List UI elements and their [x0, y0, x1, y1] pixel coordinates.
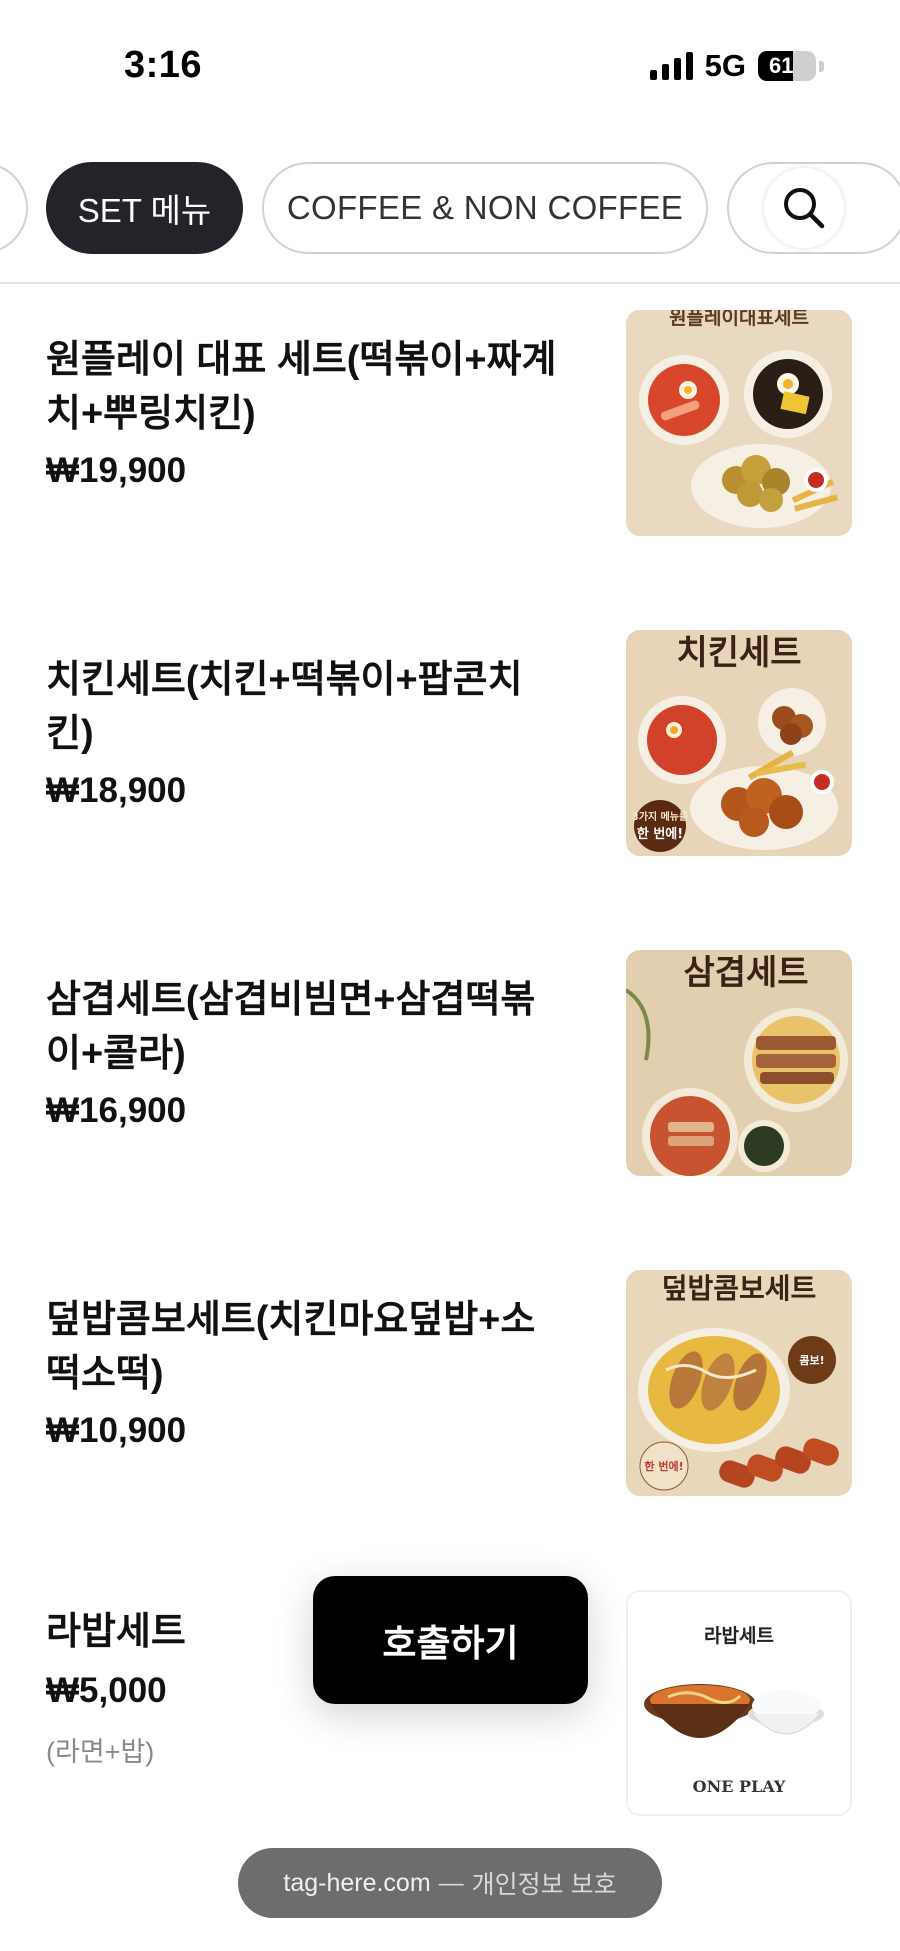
menu-item-name: 삼겹세트(삼겹비빔면+삼겹떡볶이+콜라) [46, 979, 536, 1075]
network-type: 5G [704, 48, 746, 83]
menu-item[interactable]: 덮밥콤보세트(치킨마요덮밥+소떡소떡) ₩10,900 덮밥콤보세트 콤보! 한… [0, 1244, 900, 1544]
menu-item-price: ₩5,000 [46, 1671, 167, 1710]
menu-item-price: ₩19,900 [46, 451, 187, 490]
menu-item[interactable]: 치킨세트(치킨+떡볶이+팝콘치킨) ₩18,900 치킨세트 3가지 메뉴를 한… [0, 604, 900, 904]
menu-item[interactable]: 삼겹세트(삼겹비빔면+삼겹떡볶이+콜라) ₩16,900 삼겹세트 [0, 924, 900, 1224]
menu-item-price: ₩18,900 [46, 771, 187, 810]
svg-text:한 번에!: 한 번에! [637, 826, 683, 842]
svg-text:한 번에!: 한 번에! [644, 1459, 683, 1473]
menu-item-name: 원플레이 대표 세트(떡볶이+짜계치+뿌링치킨) [46, 339, 557, 435]
footer-pill[interactable]: tag-here.com — 개인정보 보호 [238, 1848, 662, 1918]
menu-item[interactable]: 원플레이 대표 세트(떡볶이+짜계치+뿌링치킨) ₩19,900 원플레이대표세… [0, 284, 900, 584]
svg-text:콤보!: 콤보! [799, 1354, 824, 1367]
call-staff-button[interactable]: 호출하기 [313, 1576, 588, 1704]
image-brand: ONE PLAY [693, 1777, 786, 1796]
battery-icon: 61 [758, 51, 816, 81]
svg-text:3가지 메뉴를: 3가지 메뉴를 [632, 810, 688, 823]
search-icon [784, 188, 825, 229]
image-title: 라밥세트 [704, 1625, 774, 1647]
image-title: 치킨세트 [676, 633, 801, 673]
search-button[interactable] [764, 168, 844, 248]
footer-domain: tag-here.com [283, 1868, 431, 1897]
tab-previous[interactable] [0, 162, 28, 254]
cellular-signal-icon [649, 52, 693, 80]
menu-item-description: (라면+밥) [46, 1737, 155, 1767]
status-bar: 3:16 5G 61 [0, 0, 900, 120]
menu-item-image: 삼겹세트 [626, 950, 852, 1176]
tab-coffee-non-coffee[interactable]: COFFEE & NON COFFEE [262, 162, 708, 254]
menu-item-name: 덮밥콤보세트(치킨마요덮밥+소떡소떡) [46, 1299, 536, 1395]
status-indicators: 5G 61 [649, 48, 824, 84]
battery-tip [819, 60, 824, 72]
menu-item-price: ₩10,900 [46, 1411, 187, 1450]
status-time: 3:16 [124, 44, 203, 86]
image-title: 원플레이대표세트 [669, 310, 809, 329]
privacy-link[interactable]: 개인정보 보호 [472, 1865, 617, 1901]
battery-percent: 61 [769, 53, 794, 78]
tab-set-menu[interactable]: SET 메뉴 [46, 162, 243, 254]
menu-item-image: 덮밥콤보세트 콤보! 한 번에! [626, 1270, 852, 1496]
menu-item-name: 치킨세트(치킨+떡볶이+팝콘치킨) [46, 659, 523, 755]
category-tabs: SET 메뉴 COFFEE & NON COFFEE [0, 162, 900, 254]
menu-item-image: 치킨세트 3가지 메뉴를 한 번에! [626, 630, 852, 856]
menu-item-price: ₩16,900 [46, 1091, 187, 1130]
menu-item-image: 원플레이대표세트 [626, 310, 852, 536]
footer-separator: — [438, 1868, 464, 1897]
menu-item-image: 라밥세트 ONE PLAY [626, 1590, 852, 1816]
image-title: 삼겹세트 [683, 953, 808, 993]
image-title: 덮밥콤보세트 [662, 1272, 817, 1305]
